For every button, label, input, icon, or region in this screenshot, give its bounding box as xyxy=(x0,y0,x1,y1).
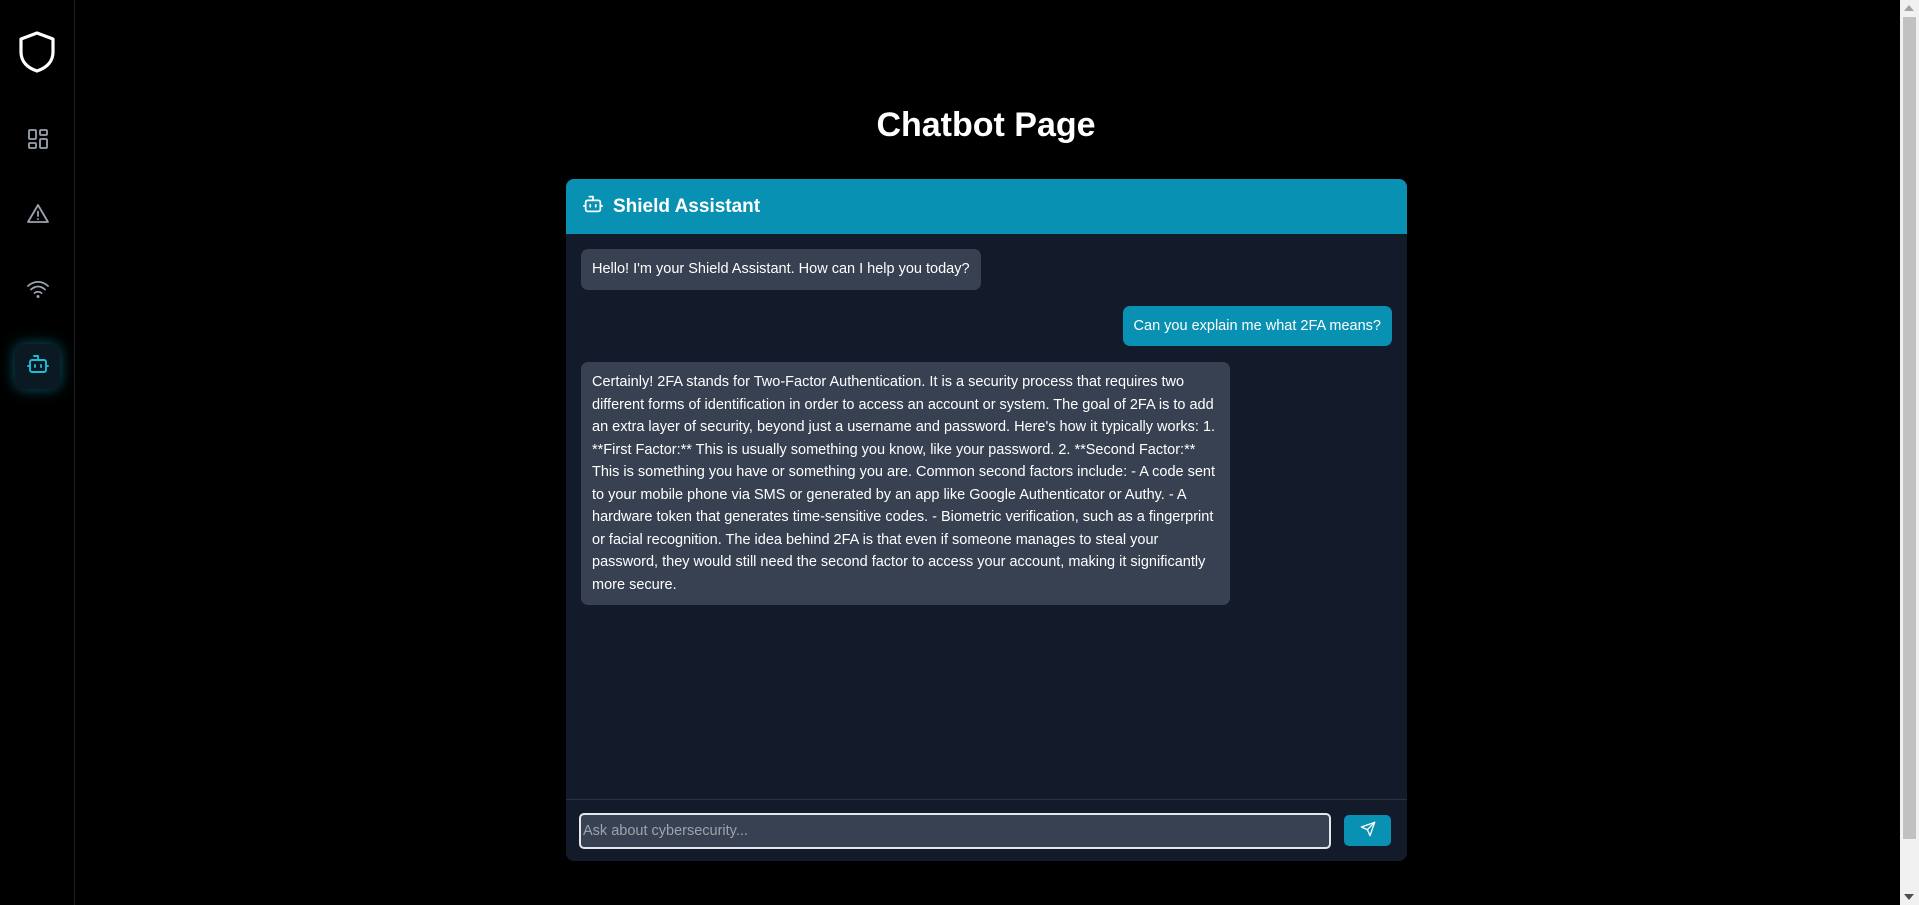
sidebar-item-dashboard[interactable] xyxy=(15,119,60,164)
sidebar-item-network[interactable] xyxy=(15,269,60,314)
bot-icon xyxy=(26,352,50,381)
message-row: Hello! I'm your Shield Assistant. How ca… xyxy=(581,249,1392,290)
alert-triangle-icon xyxy=(26,202,50,231)
scroll-up-icon[interactable] xyxy=(1904,5,1914,11)
send-button[interactable] xyxy=(1344,815,1391,846)
dashboard-icon xyxy=(26,127,50,156)
page-scrollbar[interactable] xyxy=(1900,0,1919,905)
wifi-icon xyxy=(26,277,50,306)
scrollbar-thumb[interactable] xyxy=(1903,17,1916,839)
sidebar xyxy=(0,0,75,905)
bot-message: Certainly! 2FA stands for Two-Factor Aut… xyxy=(581,362,1230,605)
chat-input-bar xyxy=(566,799,1407,861)
message-row: Can you explain me what 2FA means? xyxy=(581,305,1392,346)
page-title: Chatbot Page xyxy=(876,106,1096,144)
chat-panel: Shield Assistant Hello! I'm your Shield … xyxy=(566,179,1407,861)
sidebar-item-alerts[interactable] xyxy=(15,194,60,239)
chat-input[interactable] xyxy=(579,812,1331,849)
message-list: Hello! I'm your Shield Assistant. How ca… xyxy=(566,234,1407,789)
user-message: Can you explain me what 2FA means? xyxy=(1122,305,1392,346)
bot-message: Hello! I'm your Shield Assistant. How ca… xyxy=(581,249,981,290)
shield-icon[interactable] xyxy=(18,30,56,74)
chat-header: Shield Assistant xyxy=(566,179,1407,234)
chat-title: Shield Assistant xyxy=(613,195,761,217)
send-icon xyxy=(1360,821,1376,840)
bot-icon xyxy=(582,193,613,220)
sidebar-item-chatbot[interactable] xyxy=(15,344,60,389)
message-row: Certainly! 2FA stands for Two-Factor Aut… xyxy=(581,362,1392,605)
scroll-down-icon[interactable] xyxy=(1904,894,1914,900)
